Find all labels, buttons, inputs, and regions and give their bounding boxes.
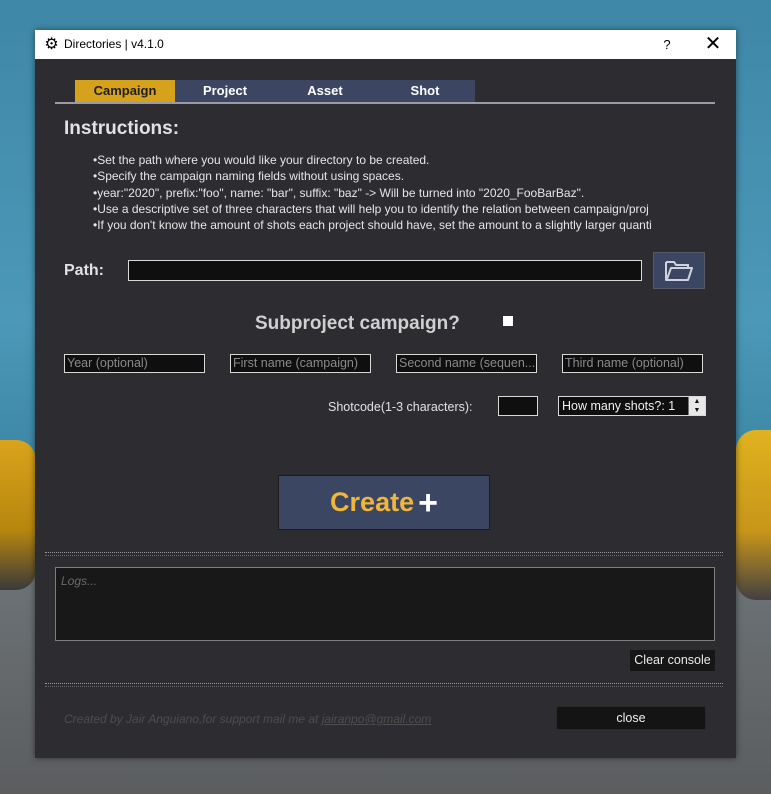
credits-label: Created by Jair Anguiano,for support mai… <box>64 712 322 726</box>
spin-arrows[interactable]: ▲ ▼ <box>688 397 705 415</box>
shots-prefix: How many shots?: <box>562 399 669 413</box>
credits-text: Created by Jair Anguiano,for support mai… <box>64 712 431 726</box>
help-button[interactable]: ? <box>647 30 687 59</box>
spin-down-icon[interactable]: ▼ <box>689 406 705 415</box>
create-button[interactable]: Create + <box>278 475 490 530</box>
separator-top <box>45 552 723 553</box>
create-label: Create <box>330 487 415 517</box>
tab-shot[interactable]: Shot <box>375 80 475 102</box>
instruction-item: Specify the campaign naming fields witho… <box>93 168 707 184</box>
plus-icon: + <box>418 483 438 522</box>
tab-underline <box>55 102 715 104</box>
subproject-checkbox[interactable] <box>503 316 513 326</box>
instructions-list: Set the path where you would like your d… <box>93 152 707 233</box>
browse-folder-button[interactable] <box>653 252 705 289</box>
shots-spinbox[interactable]: How many shots?: 1 ▲ ▼ <box>558 396 706 416</box>
instruction-item: year:"2020", prefix:"foo", name: "bar", … <box>93 185 707 201</box>
third-name-field[interactable]: Third name (optional) <box>562 354 703 373</box>
folder-open-icon <box>665 260 693 281</box>
clear-console-button[interactable]: Clear console <box>630 650 715 671</box>
instruction-item: Use a descriptive set of three character… <box>93 201 707 217</box>
path-label: Path: <box>64 262 104 279</box>
shots-value: 1 <box>668 399 676 413</box>
log-placeholder: Logs... <box>61 574 98 588</box>
spin-up-icon[interactable]: ▲ <box>689 397 705 406</box>
separator-bottom-shadow <box>45 686 723 687</box>
close-window-button[interactable]: ✕ <box>693 30 733 59</box>
year-field[interactable]: Year (optional) <box>64 354 205 373</box>
close-button[interactable]: close <box>556 706 706 730</box>
instruction-item: If you don't know the amount of shots ea… <box>93 217 707 233</box>
tab-asset[interactable]: Asset <box>275 80 375 102</box>
tab-campaign[interactable]: Campaign <box>75 80 175 102</box>
shotcode-label: Shotcode(1-3 characters): <box>328 400 473 414</box>
title-bar[interactable]: ⚙ Directories | v4.1.0 ? ✕ <box>35 30 736 59</box>
tab-bar: Campaign Project Asset Shot <box>75 80 475 102</box>
background-car-right <box>736 430 771 600</box>
shotcode-input[interactable] <box>498 396 538 416</box>
separator-bottom <box>45 683 723 684</box>
instruction-item: Set the path where you would like your d… <box>93 152 707 168</box>
background-car-left <box>0 440 36 590</box>
first-name-field[interactable]: First name (campaign) <box>230 354 371 373</box>
second-name-field[interactable]: Second name (sequen... <box>396 354 537 373</box>
subproject-label: Subproject campaign? <box>255 313 460 334</box>
gear-icon: ⚙ <box>44 36 59 53</box>
directories-window: ⚙ Directories | v4.1.0 ? ✕ Campaign Proj… <box>35 30 736 758</box>
support-email-link[interactable]: jairanpo@gmail.com <box>322 712 432 726</box>
path-input[interactable] <box>128 260 642 281</box>
instructions-title: Instructions: <box>64 118 180 139</box>
tab-project[interactable]: Project <box>175 80 275 102</box>
window-title: Directories | v4.1.0 <box>64 37 164 51</box>
log-console[interactable]: Logs... <box>55 567 715 641</box>
separator-top-shadow <box>45 555 723 556</box>
